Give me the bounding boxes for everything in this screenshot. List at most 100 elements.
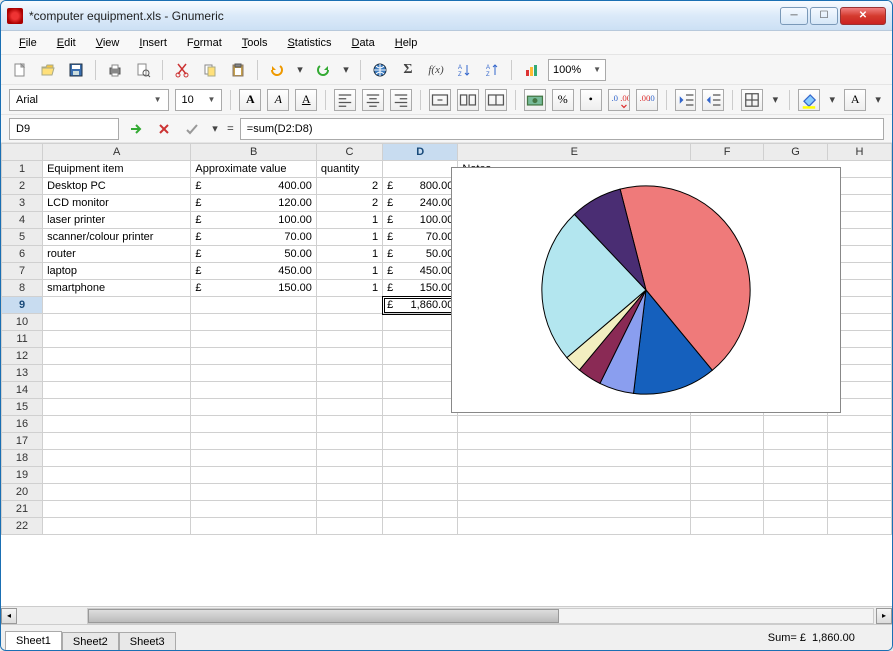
font-family-combo[interactable]: Arial▼ (9, 89, 169, 111)
new-icon[interactable] (9, 59, 31, 81)
cell-A21[interactable] (43, 501, 191, 518)
row-header-18[interactable]: 18 (2, 450, 43, 467)
cell-H21[interactable] (828, 501, 892, 518)
redo-icon[interactable] (312, 59, 334, 81)
minimize-button[interactable]: ─ (780, 7, 808, 25)
cell-A13[interactable] (43, 365, 191, 382)
align-right-button[interactable] (390, 89, 412, 111)
cell-D13[interactable] (383, 365, 458, 382)
cell-B11[interactable] (191, 331, 317, 348)
row-header-14[interactable]: 14 (2, 382, 43, 399)
cell-F17[interactable] (691, 433, 764, 450)
row-header-21[interactable]: 21 (2, 501, 43, 518)
cell-C11[interactable] (316, 331, 382, 348)
cell-B10[interactable] (191, 314, 317, 331)
cell-G18[interactable] (764, 450, 828, 467)
col-header-G[interactable]: G (764, 144, 828, 161)
sort-asc-icon[interactable]: AZ (453, 59, 475, 81)
fill-color-button[interactable] (798, 89, 820, 111)
menu-view[interactable]: View (88, 34, 128, 52)
cell-D2[interactable]: £800.00 (383, 178, 458, 195)
cell-D5[interactable]: £70.00 (383, 229, 458, 246)
maximize-button[interactable]: ☐ (810, 7, 838, 25)
cell-G19[interactable] (764, 467, 828, 484)
cut-icon[interactable] (171, 59, 193, 81)
menu-file[interactable]: File (11, 34, 45, 52)
cell-D15[interactable] (383, 399, 458, 416)
cell-A8[interactable]: smartphone (43, 280, 191, 297)
cell-D6[interactable]: £50.00 (383, 246, 458, 263)
bold-button[interactable]: A (239, 89, 261, 111)
cell-F18[interactable] (691, 450, 764, 467)
cell-C9[interactable] (316, 297, 382, 314)
row-header-19[interactable]: 19 (2, 467, 43, 484)
increase-decimal-button[interactable]: .0.00 (608, 89, 630, 111)
cell-H16[interactable] (828, 416, 892, 433)
goto-icon[interactable] (125, 118, 147, 140)
cell-B18[interactable] (191, 450, 317, 467)
cell-E21[interactable] (458, 501, 691, 518)
font-color-button[interactable]: A (844, 89, 866, 111)
row-header-6[interactable]: 6 (2, 246, 43, 263)
cell-F21[interactable] (691, 501, 764, 518)
cell-B13[interactable] (191, 365, 317, 382)
function-icon[interactable]: f(x) (425, 59, 447, 81)
sheet-tab-Sheet1[interactable]: Sheet1 (5, 631, 62, 650)
cell-B21[interactable] (191, 501, 317, 518)
close-button[interactable]: ✕ (840, 7, 886, 25)
percent-button[interactable]: % (552, 89, 574, 111)
cell-E16[interactable] (458, 416, 691, 433)
zoom-combo[interactable]: 100%▼ (548, 59, 606, 81)
cell-B19[interactable] (191, 467, 317, 484)
cell-A9[interactable] (43, 297, 191, 314)
cell-D10[interactable] (383, 314, 458, 331)
cell-C13[interactable] (316, 365, 382, 382)
cell-G17[interactable] (764, 433, 828, 450)
cell-D22[interactable] (383, 518, 458, 535)
row-header-2[interactable]: 2 (2, 178, 43, 195)
col-header-C[interactable]: C (316, 144, 382, 161)
cell-G20[interactable] (764, 484, 828, 501)
cell-C15[interactable] (316, 399, 382, 416)
menu-data[interactable]: Data (343, 34, 382, 52)
menu-help[interactable]: Help (387, 34, 426, 52)
cell-A19[interactable] (43, 467, 191, 484)
scroll-left-button[interactable]: ◂ (1, 608, 17, 624)
cell-reference-input[interactable]: D9 (9, 118, 119, 140)
cell-B16[interactable] (191, 416, 317, 433)
cell-C22[interactable] (316, 518, 382, 535)
cell-C5[interactable]: 1 (316, 229, 382, 246)
open-icon[interactable] (37, 59, 59, 81)
fill-color-dropdown-icon[interactable]: ▾ (826, 89, 838, 111)
cell-B3[interactable]: £120.00 (191, 195, 317, 212)
row-header-11[interactable]: 11 (2, 331, 43, 348)
cell-A15[interactable] (43, 399, 191, 416)
row-header-3[interactable]: 3 (2, 195, 43, 212)
decrease-decimal-button[interactable]: .00.0 (636, 89, 658, 111)
cell-G21[interactable] (764, 501, 828, 518)
row-header-22[interactable]: 22 (2, 518, 43, 535)
print-icon[interactable] (104, 59, 126, 81)
cell-D4[interactable]: £100.00 (383, 212, 458, 229)
cell-D21[interactable] (383, 501, 458, 518)
decrease-indent-button[interactable] (675, 89, 697, 111)
col-header-A[interactable]: A (43, 144, 191, 161)
cell-G16[interactable] (764, 416, 828, 433)
cell-C21[interactable] (316, 501, 382, 518)
cell-A22[interactable] (43, 518, 191, 535)
cell-B4[interactable]: £100.00 (191, 212, 317, 229)
titlebar[interactable]: *computer equipment.xls - Gnumeric ─ ☐ ✕ (1, 1, 892, 31)
currency-button[interactable] (524, 89, 546, 111)
cell-A14[interactable] (43, 382, 191, 399)
redo-dropdown-icon[interactable]: ▾ (340, 59, 352, 81)
scroll-right-button[interactable]: ▸ (876, 608, 892, 624)
cell-C20[interactable] (316, 484, 382, 501)
align-center-button[interactable] (362, 89, 384, 111)
pie-chart[interactable] (451, 167, 841, 413)
paste-icon[interactable] (227, 59, 249, 81)
sheet-tab-Sheet2[interactable]: Sheet2 (62, 632, 119, 650)
cell-C17[interactable] (316, 433, 382, 450)
col-header-B[interactable]: B (191, 144, 317, 161)
cell-D11[interactable] (383, 331, 458, 348)
italic-button[interactable]: A (267, 89, 289, 111)
